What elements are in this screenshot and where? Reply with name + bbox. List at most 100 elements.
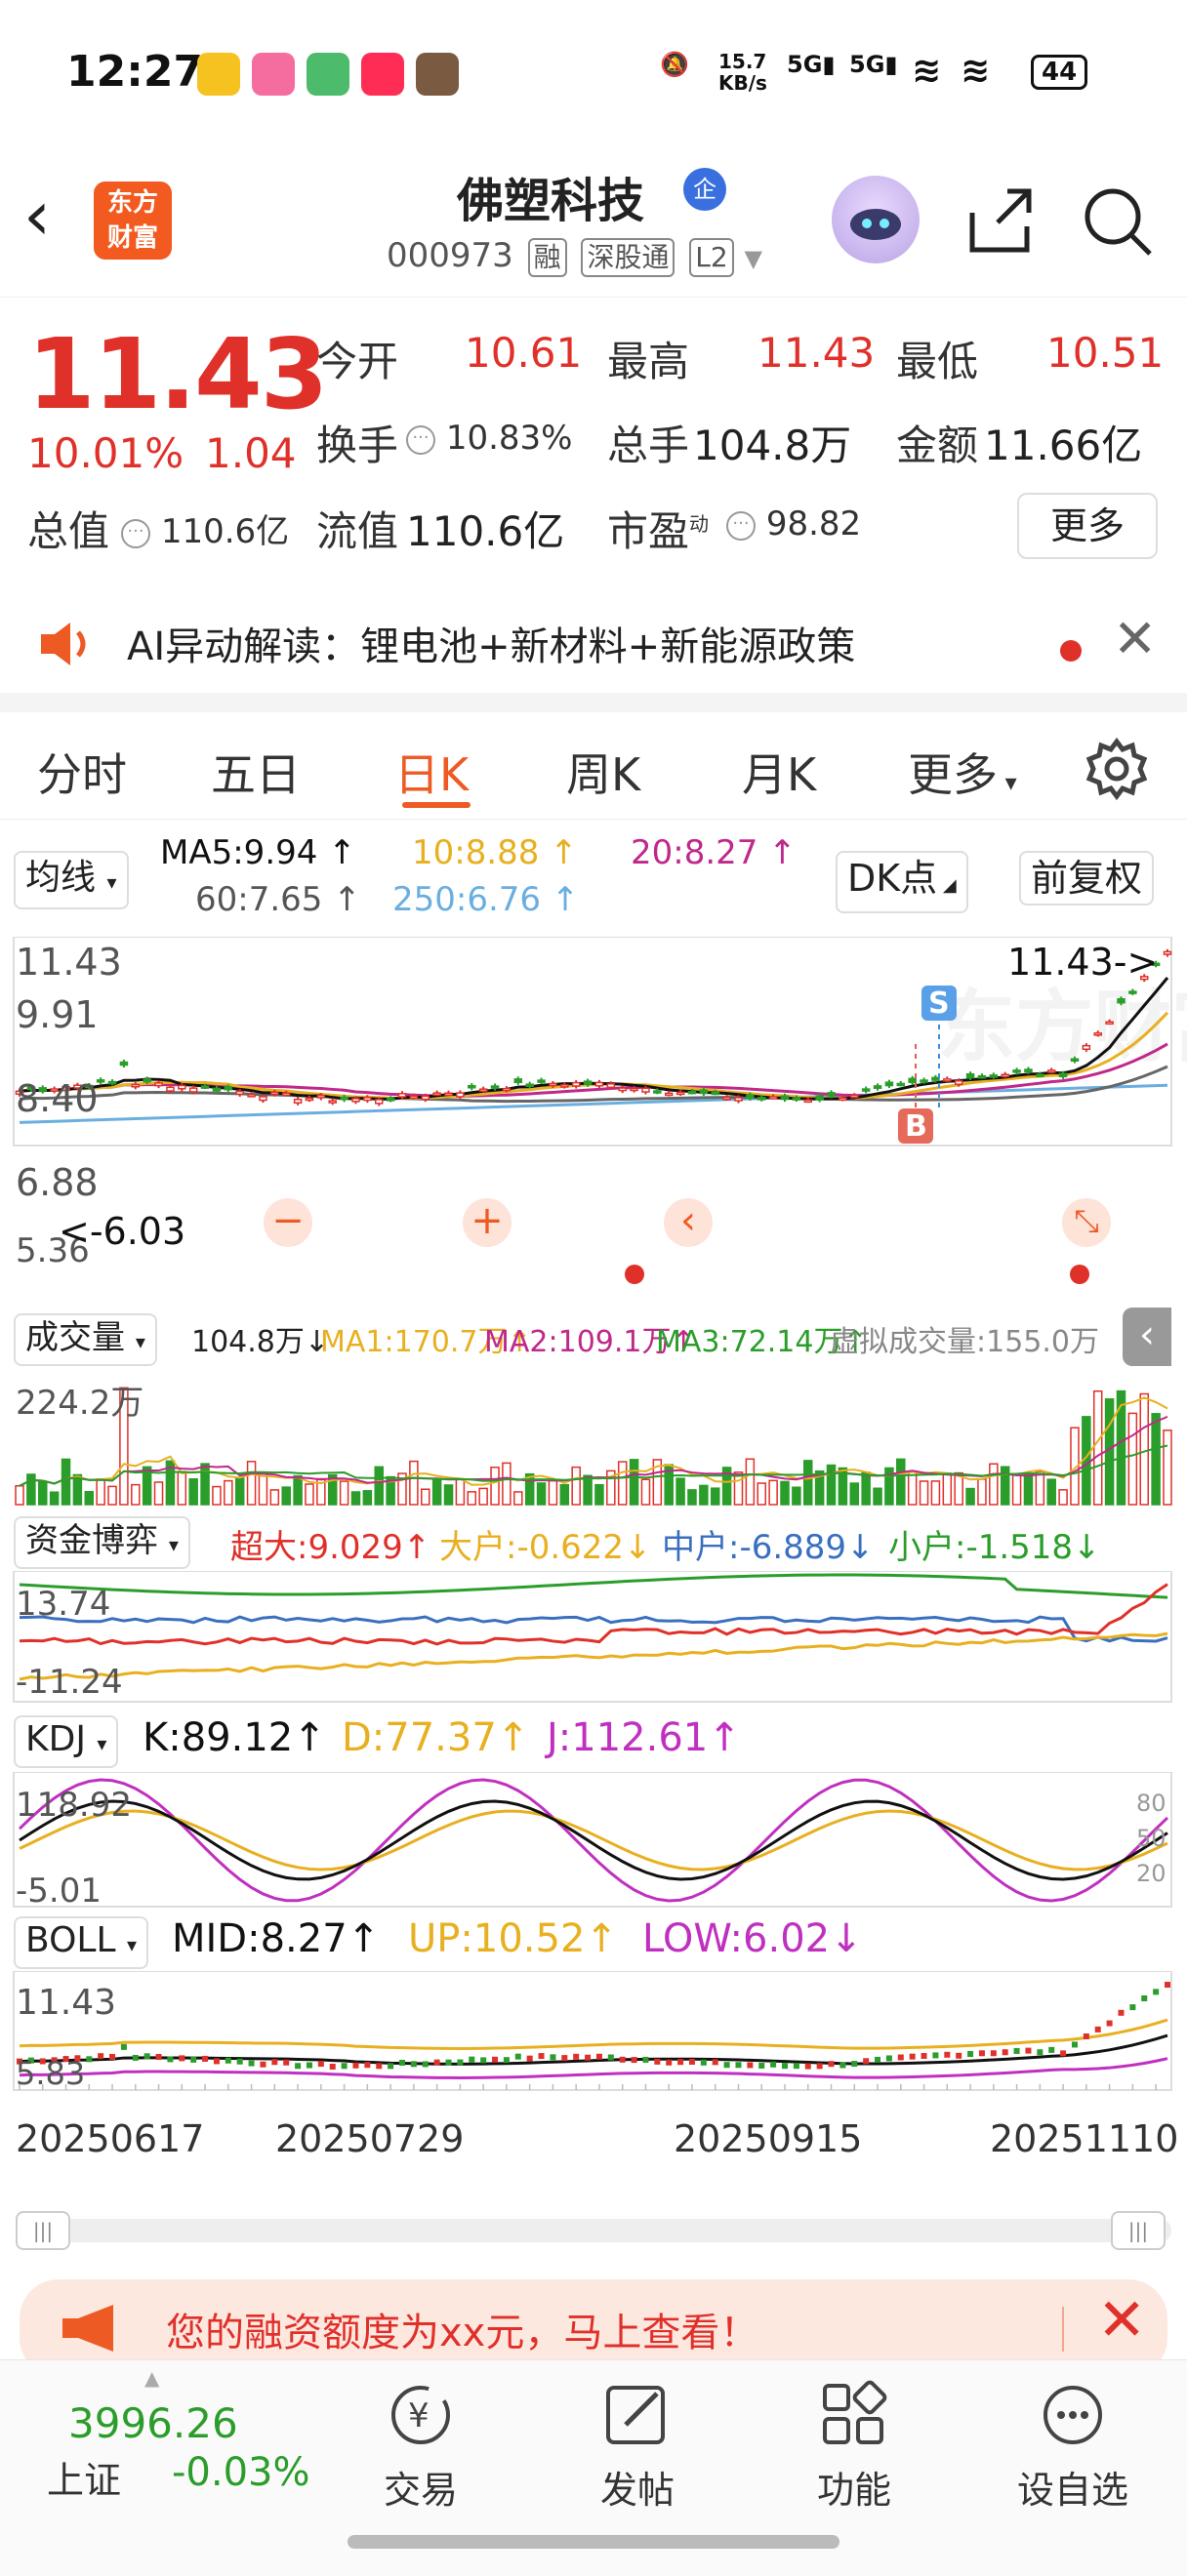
adjust-button[interactable]: 前复权 — [1019, 851, 1155, 906]
candle-body — [549, 1082, 557, 1087]
candle-body — [653, 1090, 662, 1094]
close-icon[interactable]: ✕ — [1113, 613, 1157, 665]
boll-candle — [271, 2059, 278, 2066]
index-value[interactable]: 3996.26 — [68, 2399, 238, 2447]
tab-weekly-k[interactable]: 周K — [566, 740, 640, 804]
boll-candle — [1141, 1995, 1148, 2002]
volume-bar — [699, 1484, 709, 1506]
volume-bar — [502, 1462, 512, 1506]
boll-chart[interactable] — [0, 1971, 1187, 2092]
stock-code-line[interactable]: 000973 融 深股通 L2 ▼ — [387, 236, 762, 277]
chevron-up-icon[interactable]: ▲ — [144, 2366, 159, 2390]
date-label-2: 20250729 — [275, 2117, 465, 2160]
ma-select[interactable]: 均线 ▾ — [14, 851, 129, 909]
eastmoney-logo[interactable]: 东方 财富 — [94, 181, 172, 260]
more-button[interactable]: 更多 — [1017, 493, 1158, 559]
range-slider-left-handle[interactable]: ||| — [16, 2211, 70, 2250]
xiaohongshu-notification-icon — [361, 53, 404, 96]
volume-bar — [431, 1477, 442, 1506]
boll-candle — [260, 2061, 266, 2068]
event-dot-2[interactable] — [1070, 1265, 1089, 1284]
grid-icon — [823, 2380, 887, 2444]
volume-bar — [768, 1479, 778, 1506]
boll-candle — [1083, 2033, 1089, 2039]
candle-body — [920, 1079, 928, 1083]
pe-value: ··· 98.82 — [726, 504, 861, 543]
zoom-out-button[interactable]: − — [264, 1198, 312, 1247]
dk-point-button[interactable]: DK点 ◢ — [836, 851, 968, 913]
volume-bar — [1127, 1412, 1138, 1506]
volume-bar — [305, 1483, 314, 1506]
range-slider-track[interactable] — [16, 2219, 1171, 2242]
float-label: 流值 — [316, 507, 399, 555]
ma20-value: 20:8.27 ↑ — [631, 833, 797, 872]
boll-candle — [932, 2052, 939, 2059]
volume-bar — [513, 1491, 523, 1506]
low-price-pointer: <-6.03 — [59, 1210, 186, 1253]
tab-monthly-k[interactable]: 月K — [742, 740, 816, 804]
kdj-chart[interactable] — [0, 1772, 1187, 1909]
volume-bar — [212, 1485, 222, 1506]
tab-intraday[interactable]: 分时 — [37, 740, 127, 804]
ai-assistant-icon[interactable] — [832, 176, 920, 263]
fund-flow-select[interactable]: 资金博弈 ▾ — [14, 1516, 190, 1569]
move-left-button[interactable]: ‹ — [664, 1198, 713, 1247]
close-icon[interactable]: ✕ — [1097, 2291, 1146, 2350]
candle-body — [931, 1076, 940, 1081]
tab-daily-k[interactable]: 日K — [394, 740, 469, 804]
candle-body — [1012, 1069, 1021, 1073]
candle-body — [235, 1090, 244, 1096]
tab-more[interactable]: 更多 ▾ — [908, 740, 1017, 804]
boll-candle — [642, 2056, 649, 2063]
volume-bar — [930, 1480, 941, 1506]
volume-select[interactable]: 成交量 ▾ — [14, 1313, 157, 1366]
flow-axis-top: 13.74 — [16, 1585, 111, 1624]
index-name[interactable]: 上证 — [47, 2450, 121, 2504]
boll-candle — [666, 2059, 673, 2066]
candle-body — [989, 1074, 999, 1078]
range-slider-right-handle[interactable]: ||| — [1111, 2211, 1166, 2250]
volume-bar — [757, 1482, 766, 1506]
float-value: 110.6亿 — [406, 507, 565, 555]
candle-body — [502, 1087, 512, 1092]
boll-candle — [388, 2063, 394, 2070]
volume-bar — [224, 1479, 233, 1506]
trade-button[interactable]: ¥ 交易 — [348, 2380, 494, 2514]
kdj-select[interactable]: KDJ ▾ — [14, 1715, 119, 1768]
volume-bar — [803, 1460, 813, 1506]
bilibili-notification-icon — [252, 53, 295, 96]
fullscreen-icon[interactable]: ⤡ — [1062, 1198, 1111, 1247]
functions-button[interactable]: 功能 — [781, 2380, 927, 2514]
event-dot[interactable] — [625, 1265, 644, 1284]
boll-candle — [526, 2055, 533, 2062]
zoom-in-button[interactable]: + — [463, 1198, 512, 1247]
post-button[interactable]: 发帖 — [564, 2380, 711, 2514]
boll-candle — [735, 2062, 742, 2069]
volume-bar — [710, 1487, 720, 1506]
flow-big: 大户:-0.622↓ — [439, 1528, 652, 1567]
search-icon[interactable] — [1080, 183, 1154, 262]
fund-flow-chart[interactable] — [0, 1571, 1187, 1704]
boll-candle — [688, 2058, 695, 2065]
index-change[interactable]: -0.03% — [172, 2450, 310, 2495]
boll-select[interactable]: BOLL ▾ — [14, 1916, 149, 1969]
candle-body — [478, 1088, 488, 1092]
settings-gear-icon[interactable] — [1085, 737, 1148, 804]
add-watchlist-button[interactable]: 设自选 — [1000, 2380, 1146, 2514]
flow-small-line — [19, 1573, 1168, 1599]
collapse-panel-icon[interactable]: ‹ — [1123, 1308, 1171, 1366]
volume-bar — [339, 1480, 349, 1506]
candle-body — [757, 1097, 766, 1101]
boll-candle — [863, 2058, 870, 2065]
kdj-axis-top: 118.92 — [16, 1786, 132, 1825]
low-label: 最低 — [896, 338, 979, 385]
volume-chart[interactable] — [0, 1374, 1187, 1507]
back-icon[interactable]: ‹ — [23, 181, 51, 250]
tab-five-day[interactable]: 五日 — [211, 740, 301, 804]
date-label-4: 20251110 — [990, 2117, 1179, 2160]
boll-candle — [677, 2059, 684, 2066]
share-icon[interactable] — [962, 183, 1037, 262]
candle-body — [675, 1091, 685, 1096]
ai-banner[interactable]: AI异动解读：锂电池+新材料+新能源政策 ✕ — [0, 595, 1187, 693]
boll-candle — [782, 2063, 788, 2070]
